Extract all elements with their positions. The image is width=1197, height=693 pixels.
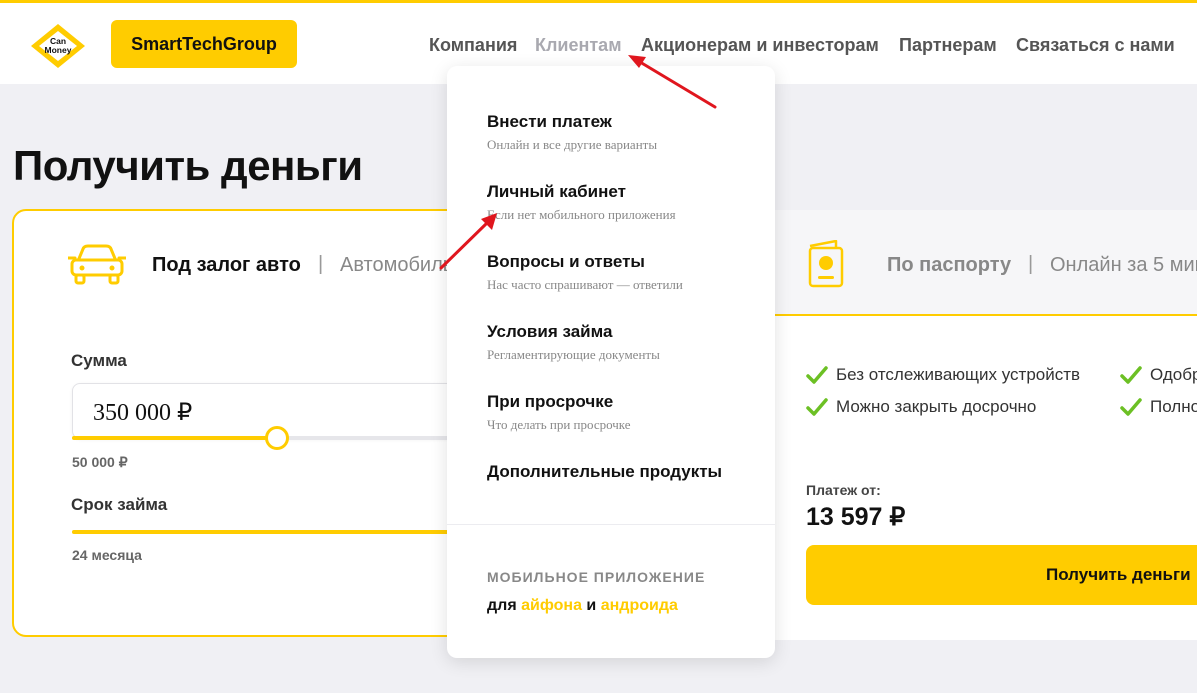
feature-no-tracking: Без отслеживающих устройств	[806, 364, 1080, 386]
mobile-app-links: для айфона и андроида	[487, 597, 678, 614]
car-icon	[68, 244, 126, 285]
tab-car-loan[interactable]: Под залог авто	[152, 254, 301, 277]
nav-company[interactable]: Компания	[429, 35, 517, 56]
clients-dropdown-menu: Внести платеж Онлайн и все другие вариан…	[447, 66, 775, 658]
checkmark-icon	[1120, 398, 1142, 416]
android-app-link[interactable]: андроида	[601, 597, 678, 614]
tab-passport[interactable]: По паспорту	[887, 254, 1011, 277]
checkmark-icon	[806, 398, 828, 416]
amount-slider-thumb[interactable]	[265, 426, 289, 450]
passport-icon	[808, 240, 844, 288]
nav-clients[interactable]: Клиентам	[535, 35, 622, 56]
term-slider-fill	[72, 530, 492, 534]
payment-label: Платеж от:	[806, 482, 881, 498]
tab-separator: |	[318, 253, 324, 275]
nav-investors[interactable]: Акционерам и инвесторам	[641, 35, 879, 56]
nav-partners[interactable]: Партнерам	[899, 35, 997, 56]
tab-passport-subtitle: Онлайн за 5 мин	[1050, 254, 1197, 276]
iphone-app-link[interactable]: айфона	[521, 597, 582, 614]
amount-slider-fill	[72, 436, 278, 440]
menu-item-personal-account[interactable]: Личный кабинет Если нет мобильного прило…	[487, 182, 676, 223]
term-label: Срок займа	[71, 495, 168, 514]
amount-min-value: 50 000 ₽	[72, 454, 128, 470]
checkmark-icon	[806, 366, 828, 384]
tab-car-subtitle: Автомобиль	[340, 254, 454, 276]
checkmark-icon	[1120, 366, 1142, 384]
menu-divider	[447, 524, 775, 525]
nav-contact[interactable]: Связаться с нами	[1016, 35, 1175, 56]
menu-item-faq[interactable]: Вопросы и ответы Нас часто спрашивают — …	[487, 252, 683, 293]
amount-label: Сумма	[71, 351, 127, 370]
term-value: 24 месяца	[72, 547, 142, 563]
menu-item-overdue[interactable]: При просрочке Что делать при просрочке	[487, 392, 631, 433]
page-title: Получить деньги	[13, 142, 363, 189]
payment-amount: 13 597 ₽	[806, 503, 906, 531]
get-money-button[interactable]: Получить деньги	[806, 545, 1197, 605]
menu-item-loan-terms[interactable]: Условия займа Регламентирующие документы	[487, 322, 660, 363]
mobile-app-heading: МОБИЛЬНОЕ ПРИЛОЖЕНИЕ	[487, 569, 706, 585]
menu-item-make-payment[interactable]: Внести платеж Онлайн и все другие вариан…	[487, 112, 657, 153]
passport-tab-bar: По паспорту | Онлайн за 5 мин	[760, 210, 1197, 316]
menu-item-additional-products[interactable]: Дополнительные продукты	[487, 462, 722, 482]
tab-separator-right: |	[1028, 253, 1034, 275]
passport-loan-card: По паспорту | Онлайн за 5 мин Без отслеж…	[760, 210, 1197, 640]
feature-early-repayment: Можно закрыть досрочно	[806, 396, 1036, 418]
feature-full: Полно	[1120, 396, 1197, 418]
feature-approval: Одобр	[1120, 364, 1197, 386]
main-nav: Компания Клиентам Акционерам и инвестора…	[0, 35, 1197, 59]
